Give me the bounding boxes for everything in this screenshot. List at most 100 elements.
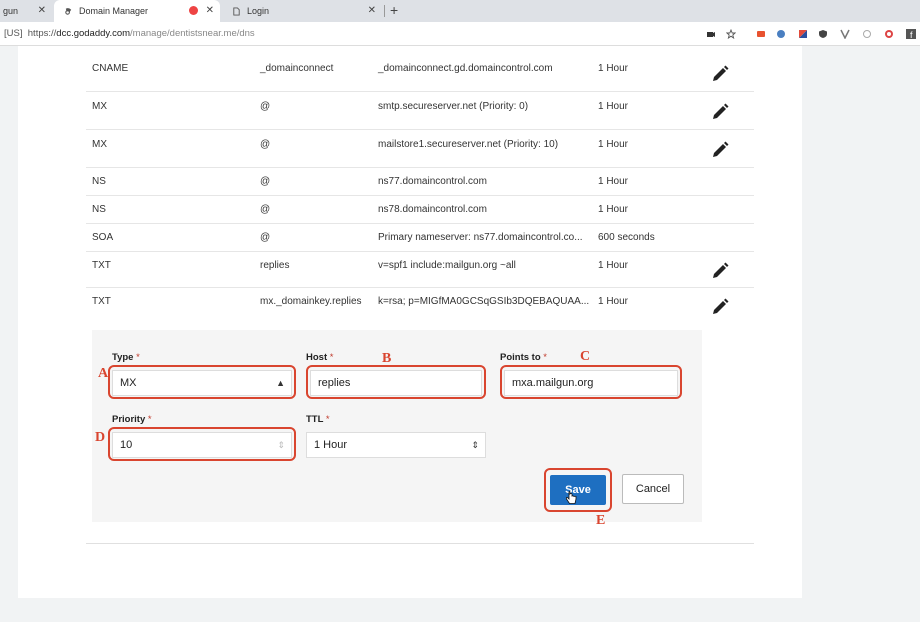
record-host: _domainconnect (260, 63, 334, 74)
url-scheme: https:// (27, 28, 57, 39)
table-row: MX @ mailstore1.secureserver.net (Priori… (86, 130, 754, 168)
tab-login[interactable]: Login ✕ (222, 0, 382, 22)
record-host: @ (260, 139, 271, 150)
ttl-label-text: TTL (306, 414, 324, 425)
annotation-label-c: C (580, 349, 591, 364)
highlight-box-d (108, 427, 296, 461)
ttl-select-value: 1 Hour (314, 439, 348, 451)
record-ttl: 1 Hour (598, 139, 629, 150)
annotation-label-b: B (382, 351, 392, 366)
add-record-form: Type * MX ▲ A Host * replies B Points to… (92, 330, 702, 528)
record-type: CNAME (92, 63, 129, 74)
record-points-to: Primary nameserver: ns77.domaincontrol.c… (378, 232, 583, 243)
record-type: SOA (92, 232, 114, 243)
close-tab-icon[interactable]: ✕ (38, 5, 46, 16)
table-row: NS @ ns77.domaincontrol.com 1 Hour (86, 168, 754, 196)
address-bar[interactable]: [US] https://dcc.godaddy.com/manage/dent… (0, 22, 920, 46)
tab-divider (384, 5, 385, 17)
ttl-label: TTL * (306, 414, 330, 425)
annotation-label-a: A (98, 366, 109, 381)
required-mark: * (136, 352, 140, 363)
ttl-select[interactable]: 1 Hour ⇕ (306, 432, 486, 458)
record-host: @ (260, 176, 271, 187)
camera-icon[interactable] (706, 29, 716, 39)
record-ttl: 1 Hour (598, 260, 629, 271)
record-points-to: _domainconnect.gd.domaincontrol.com (378, 63, 553, 74)
host-label: Host * (306, 352, 333, 363)
required-mark: * (325, 414, 330, 425)
extension-icon[interactable] (884, 29, 894, 39)
close-tab-icon[interactable]: ✕ (206, 5, 214, 16)
annotation-label-e: E (596, 513, 606, 528)
browser-tab-strip: gun ✕ Domain Manager ✕ Login ✕ + (0, 0, 920, 22)
record-ttl: 1 Hour (598, 204, 629, 215)
record-host: replies (260, 260, 290, 271)
record-type: MX (92, 139, 107, 150)
cancel-button[interactable]: Cancel (622, 474, 684, 504)
facebook-icon[interactable]: f (906, 29, 916, 39)
points-to-label: Points to * (500, 352, 547, 363)
record-points-to: ns77.domaincontrol.com (378, 176, 487, 187)
divider (86, 543, 754, 544)
required-mark: * (543, 352, 547, 363)
edit-pencil-icon[interactable] (710, 261, 730, 281)
edit-pencil-icon[interactable] (710, 102, 730, 122)
points-to-label-text: Points to (500, 352, 541, 363)
edit-pencil-icon[interactable] (710, 64, 730, 84)
url-prefix: [US] (4, 28, 23, 39)
godaddy-favicon-icon (65, 7, 72, 15)
v-extension-icon[interactable] (840, 29, 850, 39)
recording-indicator-icon (189, 6, 198, 15)
record-host: mx._domainkey.replies (260, 296, 362, 307)
record-points-to: mailstore1.secureserver.net (Priority: 1… (378, 139, 559, 150)
close-tab-icon[interactable]: ✕ (368, 5, 376, 16)
highlight-box-e (544, 468, 612, 512)
extension-icon[interactable] (862, 29, 872, 39)
table-row: NS @ ns78.domaincontrol.com 1 Hour (86, 196, 754, 224)
url-text[interactable]: [US] https://dcc.godaddy.com/manage/dent… (4, 28, 255, 39)
required-mark: * (147, 414, 152, 425)
select-arrows-icon: ⇕ (471, 440, 479, 450)
record-host: @ (260, 101, 271, 112)
extension-icon[interactable] (798, 29, 808, 39)
record-type: NS (92, 176, 106, 187)
table-row: SOA @ Primary nameserver: ns77.domaincon… (86, 224, 754, 252)
priority-label: Priority * (112, 414, 152, 425)
table-row: MX @ smtp.secureserver.net (Priority: 0)… (86, 92, 754, 130)
table-row: CNAME _domainconnect _domainconnect.gd.d… (86, 54, 754, 92)
record-points-to: v=spf1 include:mailgun.org ~all (378, 260, 516, 271)
edit-pencil-icon[interactable] (710, 140, 730, 160)
record-ttl: 1 Hour (598, 63, 629, 74)
highlight-box-b (306, 365, 486, 399)
extension-icon[interactable] (756, 29, 766, 39)
record-host: @ (260, 204, 271, 215)
new-tab-button[interactable]: + (390, 2, 398, 18)
record-points-to: ns78.domaincontrol.com (378, 204, 487, 215)
tab-label: Login (247, 6, 270, 16)
record-type: TXT (92, 296, 111, 307)
record-ttl: 1 Hour (598, 101, 629, 112)
required-mark: * (329, 352, 334, 363)
table-row: TXT mx._domainkey.replies k=rsa; p=MIGfM… (86, 288, 754, 324)
url-path: /manage/dentistsnear.me/dns (130, 28, 255, 39)
record-type: MX (92, 101, 107, 112)
record-points-to: smtp.secureserver.net (Priority: 0) (378, 101, 529, 112)
extension-icon[interactable] (776, 29, 786, 39)
tab-domain-manager[interactable]: Domain Manager ✕ (54, 0, 220, 22)
edit-pencil-icon[interactable] (710, 297, 730, 317)
record-type: TXT (92, 260, 111, 271)
record-ttl: 1 Hour (598, 176, 629, 187)
tab-label: gun (3, 6, 19, 16)
record-ttl: 600 seconds (598, 232, 655, 243)
annotation-label-d: D (95, 430, 106, 445)
highlight-box-c (500, 365, 682, 399)
tab-label: Domain Manager (79, 6, 149, 16)
type-label: Type * (112, 352, 140, 363)
url-host: dcc.godaddy.com (56, 28, 131, 39)
record-host: @ (260, 232, 271, 243)
highlight-box-a (108, 365, 296, 399)
priority-label-text: Priority (112, 414, 146, 425)
tab-mailgun[interactable]: gun ✕ (0, 0, 52, 22)
star-icon[interactable] (726, 29, 736, 39)
shield-icon[interactable] (818, 29, 828, 39)
